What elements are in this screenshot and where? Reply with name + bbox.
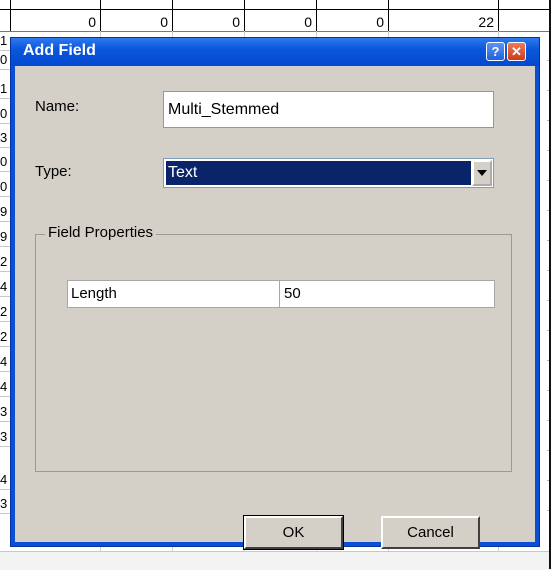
type-dropdown[interactable]: Text xyxy=(163,158,494,188)
column-divider xyxy=(388,0,389,31)
row-number: 0 xyxy=(0,152,10,172)
column-divider xyxy=(498,0,499,31)
table-cell: 0 xyxy=(304,14,312,30)
table-cell: 0 xyxy=(232,14,240,30)
row-number: 2 xyxy=(0,252,10,272)
row-number: 9 xyxy=(0,227,10,247)
row-number: 4 xyxy=(0,377,10,397)
table-footer xyxy=(0,551,551,570)
close-icon[interactable]: ✕ xyxy=(507,42,526,61)
table-row: 0 0 0 0 0 22 xyxy=(0,9,551,32)
property-value[interactable]: 50 xyxy=(281,281,496,307)
column-divider xyxy=(100,0,101,31)
type-selected-value: Text xyxy=(166,161,471,185)
row-number: 1 xyxy=(0,31,10,51)
name-input[interactable]: Multi_Stemmed xyxy=(163,91,494,128)
row-number: 1 xyxy=(0,79,10,99)
dropdown-arrow-icon[interactable] xyxy=(472,160,492,186)
field-properties-group xyxy=(35,234,512,472)
table-cell: 0 xyxy=(160,14,168,30)
table-cell: 0 xyxy=(376,14,384,30)
name-label: Name: xyxy=(35,98,80,115)
dialog-body: Name: Multi_Stemmed Type: Text Field Pro… xyxy=(15,66,535,550)
column-divider xyxy=(10,0,11,31)
help-icon[interactable]: ? xyxy=(486,42,505,61)
table-cell: 22 xyxy=(478,14,494,30)
row-number: 9 xyxy=(0,202,10,222)
row-number: 3 xyxy=(0,402,10,422)
property-name: Length xyxy=(68,281,280,307)
table-cell: 0 xyxy=(88,14,96,30)
row-number: 4 xyxy=(0,352,10,372)
column-divider xyxy=(316,0,317,31)
ok-button[interactable]: OK xyxy=(243,515,344,550)
column-divider xyxy=(172,0,173,31)
row-number: 3 xyxy=(0,128,10,148)
row-number: 2 xyxy=(0,327,10,347)
type-label: Type: xyxy=(35,163,72,180)
column-divider xyxy=(244,0,245,31)
row-number: 0 xyxy=(0,50,10,70)
row-number: 0 xyxy=(0,104,10,124)
property-row[interactable]: Length 50 xyxy=(67,280,495,308)
row-number: 3 xyxy=(0,494,10,514)
title-bar[interactable]: Add Field ? ✕ xyxy=(11,38,539,66)
row-number: 0 xyxy=(0,177,10,197)
row-number: 2 xyxy=(0,302,10,322)
row-number: 4 xyxy=(0,277,10,297)
cancel-button[interactable]: Cancel xyxy=(381,516,480,549)
row-number: 3 xyxy=(0,427,10,447)
field-properties-title: Field Properties xyxy=(45,224,157,241)
row-number: 4 xyxy=(0,470,10,490)
dialog-title: Add Field xyxy=(23,42,96,59)
add-field-dialog: Add Field ? ✕ Name: Multi_Stemmed Type: … xyxy=(10,37,540,550)
